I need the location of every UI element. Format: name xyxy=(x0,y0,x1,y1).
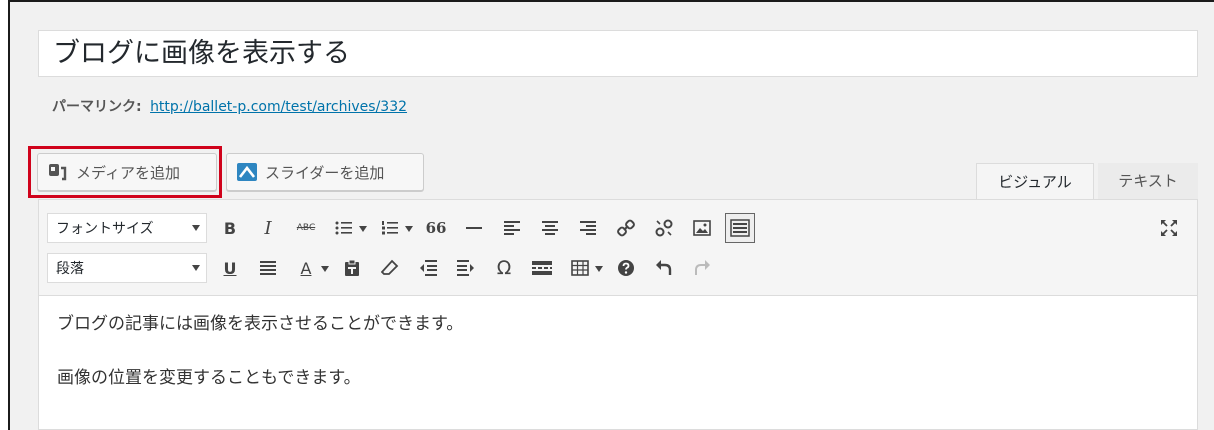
horizontal-line-button[interactable] xyxy=(459,213,489,243)
bold-icon: B xyxy=(223,218,237,238)
align-left-icon xyxy=(504,221,520,235)
strikethrough-button[interactable]: ABC xyxy=(291,213,321,243)
toolbar-row-2: 段落 U A Ω xyxy=(47,252,717,284)
tab-text[interactable]: テキスト xyxy=(1098,163,1198,199)
align-right-button[interactable] xyxy=(573,213,603,243)
indent-icon xyxy=(457,260,474,276)
align-right-icon xyxy=(580,221,596,235)
editor-toolbar: フォントサイズ B I ABC 66 段落 U A Ω xyxy=(39,200,1197,296)
font-size-label: フォントサイズ xyxy=(56,221,154,237)
add-media-button[interactable]: メディアを追加 xyxy=(37,153,217,191)
insert-more-tag-button[interactable] xyxy=(527,253,557,283)
eraser-icon xyxy=(381,259,399,275)
paste-as-text-button[interactable] xyxy=(337,253,367,283)
fullscreen-icon xyxy=(1161,220,1177,236)
undo-icon xyxy=(656,260,672,275)
align-center-icon xyxy=(542,221,558,235)
remove-link-button[interactable] xyxy=(649,213,679,243)
clear-formatting-button[interactable] xyxy=(375,253,405,283)
outdent-icon xyxy=(420,260,437,276)
insert-table-button[interactable] xyxy=(565,253,603,283)
add-slider-button[interactable]: スライダーを追加 xyxy=(226,153,424,191)
help-button[interactable] xyxy=(611,253,641,283)
add-media-label: メディアを追加 xyxy=(76,163,180,182)
table-icon xyxy=(571,260,589,276)
bold-button[interactable]: B xyxy=(215,213,245,243)
toolbar-row-1: フォントサイズ B I ABC 66 xyxy=(47,212,755,244)
indent-button[interactable] xyxy=(451,253,481,283)
clipboard-icon xyxy=(345,259,359,276)
bullet-list-icon xyxy=(335,221,352,235)
chevron-down-icon xyxy=(192,265,200,271)
unlink-icon xyxy=(655,219,673,237)
numbered-list-button[interactable] xyxy=(375,213,413,243)
tab-visual[interactable]: ビジュアル xyxy=(976,163,1094,199)
help-icon xyxy=(618,260,634,276)
link-icon xyxy=(617,219,635,237)
omega-icon: Ω xyxy=(496,257,512,279)
undo-button[interactable] xyxy=(649,253,679,283)
insert-image-button[interactable] xyxy=(687,213,717,243)
redo-icon xyxy=(695,260,710,275)
fullscreen-button[interactable] xyxy=(1155,214,1183,242)
more-tag-icon xyxy=(532,261,552,275)
content-paragraph: 画像の位置を変更することもできます。 xyxy=(57,368,361,388)
horizontal-line-icon xyxy=(466,227,482,229)
text-color-button[interactable]: A xyxy=(291,253,329,283)
outdent-button[interactable] xyxy=(413,253,443,283)
align-left-button[interactable] xyxy=(497,213,527,243)
media-icon xyxy=(48,162,70,182)
italic-button[interactable]: I xyxy=(253,213,283,243)
image-icon xyxy=(693,220,711,236)
editor-area: フォントサイズ B I ABC 66 段落 U A Ω ブログの記事には画像を表… xyxy=(38,199,1198,430)
content-paragraph: ブログの記事には画像を表示させることができます。 xyxy=(57,314,464,334)
underline-icon: U xyxy=(223,258,237,278)
permalink-link[interactable]: http://ballet-p.com/test/archives/332 xyxy=(150,99,407,115)
format-select[interactable]: 段落 xyxy=(47,253,207,283)
toolbar-toggle-button[interactable] xyxy=(725,213,755,243)
post-title-input[interactable]: ブログに画像を表示する xyxy=(38,30,1198,77)
keyboard-icon xyxy=(730,219,750,237)
italic-icon: I xyxy=(264,217,272,239)
special-character-button[interactable]: Ω xyxy=(489,253,519,283)
permalink: パーマリンク: http://ballet-p.com/test/archive… xyxy=(52,96,407,116)
insert-link-button[interactable] xyxy=(611,213,641,243)
text-color-icon: A xyxy=(300,258,312,278)
redo-button[interactable] xyxy=(687,253,717,283)
numbered-list-icon xyxy=(382,221,398,235)
bullet-list-button[interactable] xyxy=(329,213,367,243)
blockquote-icon: 66 xyxy=(425,219,447,237)
blockquote-button[interactable]: 66 xyxy=(421,213,451,243)
slider-icon xyxy=(237,163,257,181)
strikethrough-icon: ABC xyxy=(296,223,316,233)
format-label: 段落 xyxy=(56,261,84,277)
justify-icon xyxy=(260,261,276,275)
underline-button[interactable]: U xyxy=(215,253,245,283)
permalink-label: パーマリンク: xyxy=(52,99,142,115)
add-slider-label: スライダーを追加 xyxy=(265,163,385,182)
editor-content[interactable]: ブログの記事には画像を表示させることができます。 画像の位置を変更することもでき… xyxy=(57,312,463,420)
align-center-button[interactable] xyxy=(535,213,565,243)
font-size-select[interactable]: フォントサイズ xyxy=(47,213,207,243)
chevron-down-icon xyxy=(192,225,200,231)
justify-button[interactable] xyxy=(253,253,283,283)
